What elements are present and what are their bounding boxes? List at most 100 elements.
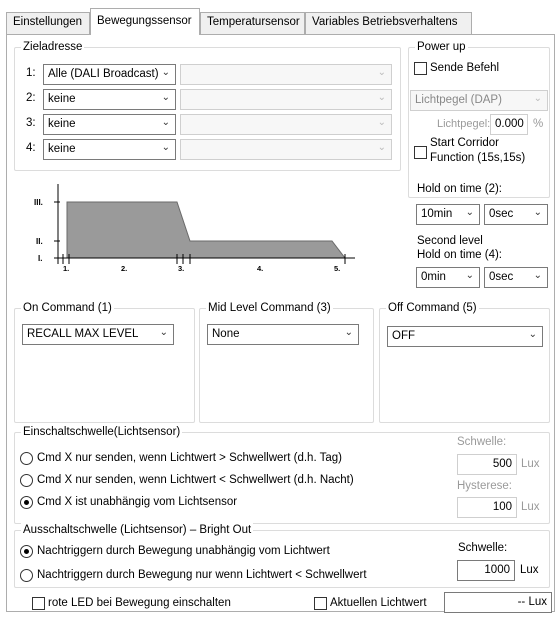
hold-min-select[interactable]: 10min ⌄ [416,204,480,225]
ausschalt-radio-schwellwert[interactable] [20,569,33,582]
einschalt-schwelle-label: Schwelle: [457,436,507,448]
hold-min-value: 10min [421,208,453,220]
start-corridor-label-2: Function (15s,15s) [430,152,526,164]
einschalt-radio-nacht-label: Cmd X nur senden, wenn Lichtwert < Schwe… [37,474,354,486]
level-label-iii: III. [34,198,43,207]
second-level-label-1: Second level [417,235,483,247]
hysterese-unit: Lux [521,501,540,513]
aktuellen-lichtwert-checkbox[interactable] [314,597,327,610]
zieladresse-select-3[interactable]: keine ⌄ [43,114,176,135]
ausschalt-radio-unabhaengig[interactable] [20,545,33,558]
chevron-down-icon: ⌄ [159,327,168,338]
mid-level-command-title: Mid Level Command (3) [206,301,333,315]
hold-on-time-label: Hold on time (2): [417,183,503,195]
einschalt-schwelle-input[interactable]: 500 [457,454,517,475]
hold-sec-value: 0sec [489,208,514,220]
tab-bewegungssensor[interactable]: Bewegungssensor [90,8,200,35]
chevron-down-icon: ⌄ [161,142,170,153]
hysterese-input[interactable]: 100 [457,497,517,518]
zieladresse-select-4[interactable]: keine ⌄ [43,139,176,160]
on-command-title: On Command (1) [21,301,114,315]
tab-einstellungen[interactable]: Einstellungen [6,12,90,34]
zieladresse-target-select-1[interactable]: ⌄ [180,64,392,85]
phase-label-1: 1. [63,264,69,272]
zieladresse-target-select-4[interactable]: ⌄ [180,139,392,160]
second-level-sec-value: 0sec [489,271,514,283]
lichtpegel-input[interactable]: 0.000 [490,114,528,135]
hysterese-label: Hysterese: [457,480,512,492]
ausschalt-radio-unabhaengig-label: Nachtriggern durch Bewegung unabhängig v… [37,545,330,557]
chevron-down-icon: ⌄ [377,67,386,78]
ausschalt-schwelle-input[interactable]: 1000 [457,560,515,581]
start-corridor-label-1: Start Corridor [430,137,500,149]
row-index-1: 1: [26,67,36,79]
zieladresse-target-select-3[interactable]: ⌄ [180,114,392,135]
row-index-3: 3: [26,117,36,129]
ausschalt-schwelle-unit: Lux [520,564,539,576]
aktuellen-lichtwert-label: Aktuellen Lichtwert [330,597,427,609]
tab-bar: Einstellungen Bewegungssensor Temperatur… [6,8,476,35]
phase-label-3: 3. [178,264,184,272]
on-command-value: RECALL MAX LEVEL [27,328,139,340]
chevron-down-icon: ⌄ [533,93,542,104]
ausschalt-radio-schwellwert-label: Nachtriggern durch Bewegung nur wenn Lic… [37,569,367,581]
second-level-min-select[interactable]: 0min ⌄ [416,267,480,288]
tab-variables-betriebsverhaltens[interactable]: Variables Betriebsverhaltens [305,12,472,34]
chevron-down-icon: ⌄ [161,67,170,78]
rote-led-label: rote LED bei Bewegung einschalten [48,597,231,609]
second-level-label-2: Hold on time (4): [417,249,503,261]
phase-label-2: 2. [121,264,127,272]
level-label-i: I. [38,254,42,263]
chevron-down-icon: ⌄ [377,92,386,103]
chevron-down-icon: ⌄ [344,327,353,338]
einschalt-radio-tag-label: Cmd X nur senden, wenn Lichtwert > Schwe… [37,452,343,464]
ausschaltschwelle-title: Ausschaltschwelle (Lichtsensor) – Bright… [21,523,254,537]
zieladresse-value-4: keine [48,143,76,155]
einschalt-schwelle-unit: Lux [521,458,540,470]
light-level-area [66,201,347,259]
tab-temperatursensor[interactable]: Temperatursensor [200,12,305,34]
zieladresse-value-3: keine [48,118,76,130]
light-level-diagram: III. II. I. 1. 2. 3. 4. 5. [34,184,355,272]
einschalt-radio-tag[interactable] [20,452,33,465]
on-command-select[interactable]: RECALL MAX LEVEL ⌄ [22,324,174,345]
lux-display: -- Lux [444,592,552,613]
chevron-down-icon: ⌄ [161,92,170,103]
hold-sec-select[interactable]: 0sec ⌄ [484,204,548,225]
lichtpegel-select[interactable]: Lichtpegel (DAP) ⌄ [410,90,548,111]
lichtpegel-unit: % [533,118,544,130]
start-corridor-checkbox[interactable] [414,146,427,159]
off-command-title: Off Command (5) [386,301,479,315]
zieladresse-select-2[interactable]: keine ⌄ [43,89,176,110]
chevron-down-icon: ⌄ [377,117,386,128]
chevron-down-icon: ⌄ [465,207,474,218]
second-level-sec-select[interactable]: 0sec ⌄ [484,267,548,288]
row-index-2: 2: [26,92,36,104]
sende-befehl-label: Sende Befehl [430,62,500,74]
mid-level-command-value: None [212,328,240,340]
off-command-select[interactable]: OFF ⌄ [387,326,543,347]
phase-label-4: 4. [257,264,263,272]
zieladresse-value-1: Alle (DALI Broadcast) [48,68,159,80]
einschalt-radio-unabhaengig[interactable] [20,496,33,509]
lichtpegel-label: Lichtpegel: [437,118,491,130]
second-level-min-value: 0min [421,271,446,283]
einschalt-radio-unabhaengig-label: Cmd X ist unabhängig vom Lichtsensor [37,496,238,508]
phase-label-5: 5. [334,264,340,272]
mid-level-command-select[interactable]: None ⌄ [207,324,359,345]
chevron-down-icon: ⌄ [528,329,537,340]
sende-befehl-checkbox[interactable] [414,62,427,75]
lichtpegel-select-value: Lichtpegel (DAP) [415,94,502,106]
rote-led-checkbox[interactable] [32,597,45,610]
chevron-down-icon: ⌄ [533,270,542,281]
chevron-down-icon: ⌄ [161,117,170,128]
ausschalt-schwelle-label: Schwelle: [458,542,508,554]
level-label-ii: II. [36,237,43,246]
einschalt-radio-nacht[interactable] [20,474,33,487]
chevron-down-icon: ⌄ [465,270,474,281]
zieladresse-select-1[interactable]: Alle (DALI Broadcast) ⌄ [43,64,176,85]
row-index-4: 4: [26,142,36,154]
zieladresse-target-select-2[interactable]: ⌄ [180,89,392,110]
zieladresse-value-2: keine [48,93,76,105]
einschaltschwelle-title: Einschaltschwelle(Lichtsensor) [21,425,183,439]
